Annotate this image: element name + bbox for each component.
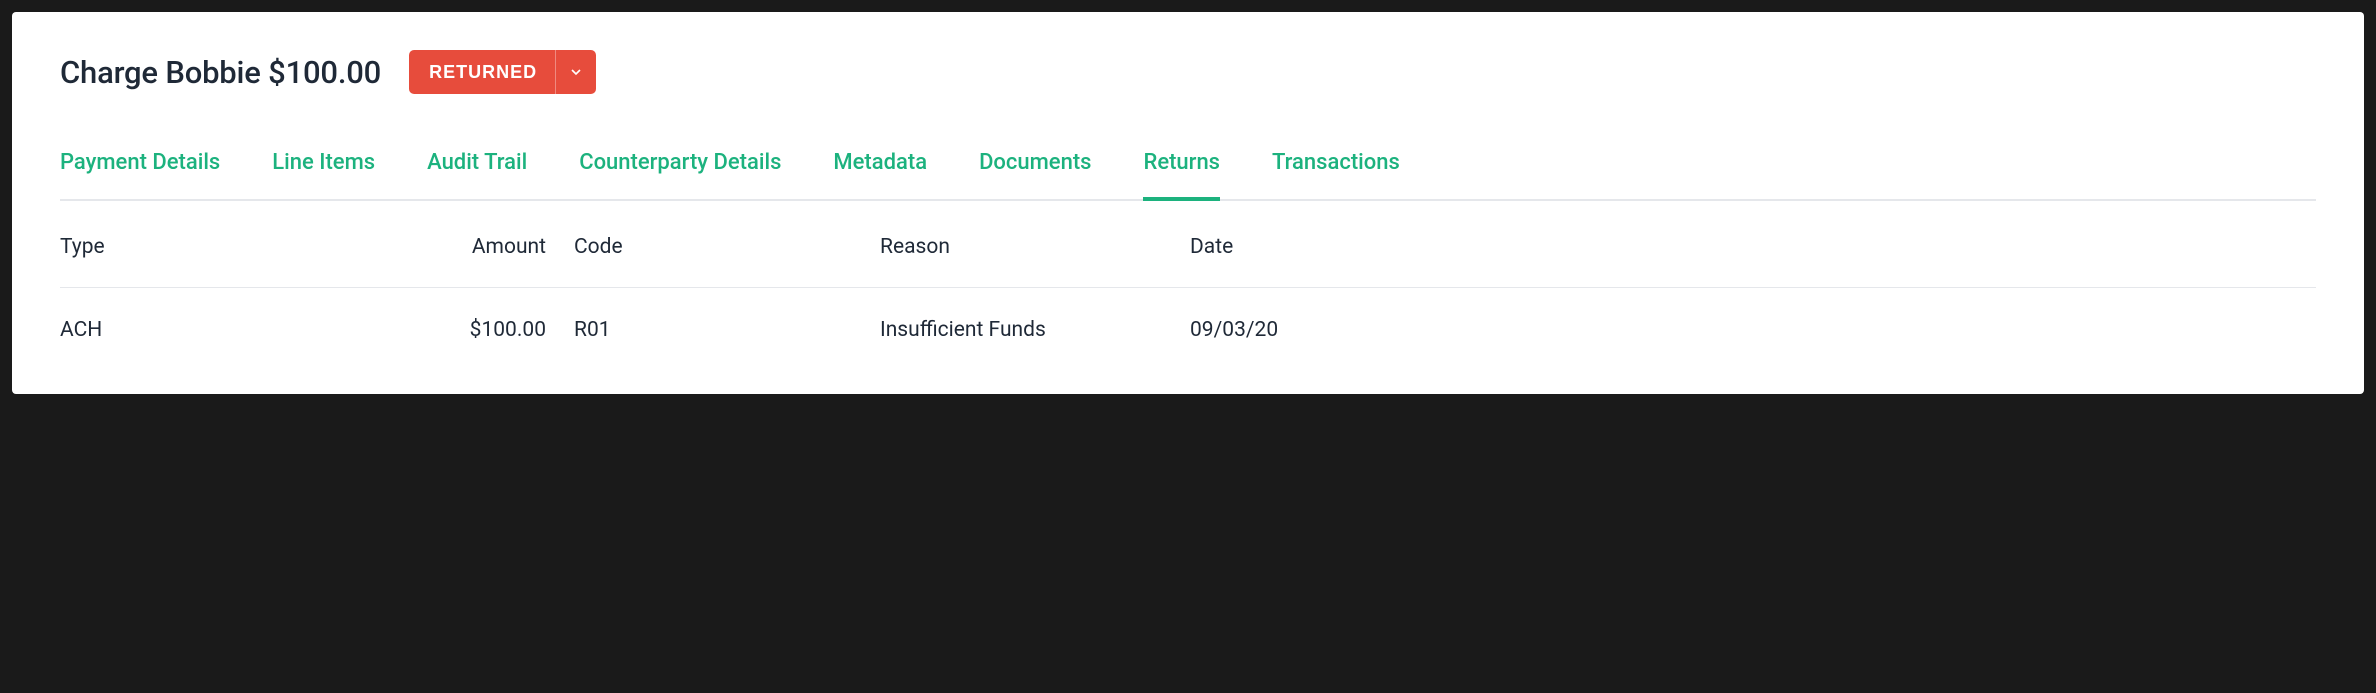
- tab-counterparty-details[interactable]: Counterparty Details: [579, 150, 781, 199]
- tab-returns[interactable]: Returns: [1143, 150, 1220, 199]
- tab-payment-details[interactable]: Payment Details: [60, 150, 220, 199]
- tab-audit-trail[interactable]: Audit Trail: [427, 150, 527, 199]
- page-title: Charge Bobbie $100.00: [60, 54, 381, 91]
- table-row: ACH $100.00 R01 Insufficient Funds 09/03…: [60, 288, 2316, 346]
- col-header-date: Date: [1190, 235, 2316, 259]
- cell-reason: Insufficient Funds: [880, 318, 1190, 342]
- status-dropdown-button[interactable]: RETURNED: [409, 50, 596, 94]
- tab-bar: Payment Details Line Items Audit Trail C…: [60, 150, 2316, 201]
- cell-code: R01: [570, 318, 880, 342]
- col-header-code: Code: [570, 235, 880, 259]
- table-header-row: Type Amount Code Reason Date: [60, 201, 2316, 288]
- col-header-type: Type: [60, 235, 460, 259]
- tab-line-items[interactable]: Line Items: [272, 150, 375, 199]
- cell-amount: $100.00: [460, 318, 570, 342]
- cell-type: ACH: [60, 318, 460, 342]
- header: Charge Bobbie $100.00 RETURNED: [60, 50, 2316, 94]
- tab-documents[interactable]: Documents: [979, 150, 1091, 199]
- col-header-reason: Reason: [880, 235, 1190, 259]
- col-header-amount: Amount: [460, 235, 570, 259]
- payment-panel: Charge Bobbie $100.00 RETURNED Payment D…: [12, 12, 2364, 394]
- returns-table: Type Amount Code Reason Date ACH $100.00…: [60, 201, 2316, 346]
- chevron-down-icon: [556, 50, 596, 94]
- tab-transactions[interactable]: Transactions: [1272, 150, 1400, 199]
- cell-date: 09/03/20: [1190, 318, 2316, 342]
- tab-metadata[interactable]: Metadata: [833, 150, 927, 199]
- status-label: RETURNED: [409, 50, 556, 94]
